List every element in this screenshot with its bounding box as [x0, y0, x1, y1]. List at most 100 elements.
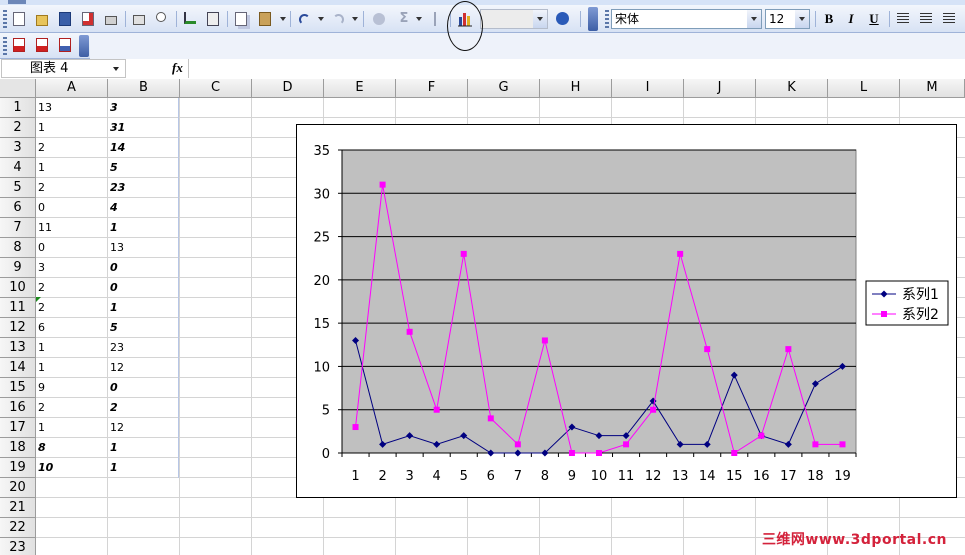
- print-preview-icon[interactable]: [130, 10, 148, 28]
- cell-b19[interactable]: 1: [108, 458, 179, 478]
- align-left-icon[interactable]: [897, 13, 909, 24]
- cell-a18[interactable]: 8: [36, 438, 107, 458]
- column-header-e[interactable]: E: [324, 79, 396, 98]
- cell-a6[interactable]: 0: [36, 198, 107, 218]
- cell-b6[interactable]: 4: [108, 198, 179, 218]
- undo-icon[interactable]: [296, 10, 314, 28]
- toolbar-grip[interactable]: [605, 10, 609, 28]
- cell-b14[interactable]: 12: [108, 358, 179, 378]
- cell-b9[interactable]: 0: [108, 258, 179, 278]
- column-header-b[interactable]: B: [108, 79, 180, 98]
- name-box[interactable]: 图表 4: [1, 59, 126, 78]
- cell-a12[interactable]: 6: [36, 318, 107, 338]
- cell-b5[interactable]: 23: [108, 178, 179, 198]
- paste-icon[interactable]: [256, 10, 274, 28]
- cell-b18[interactable]: 1: [108, 438, 179, 458]
- column-header-h[interactable]: H: [540, 79, 612, 98]
- cell-a1[interactable]: 13: [36, 98, 107, 118]
- open-icon[interactable]: [33, 10, 51, 28]
- column-header-i[interactable]: I: [612, 79, 684, 98]
- row-header-11[interactable]: 11: [0, 298, 36, 318]
- insert-function-button[interactable]: fx: [172, 60, 183, 76]
- pdf-convert-icon[interactable]: [10, 36, 28, 54]
- font-name-select[interactable]: 宋体: [611, 9, 762, 29]
- row-header-5[interactable]: 5: [0, 178, 36, 198]
- row-header-10[interactable]: 10: [0, 278, 36, 298]
- toolbar-grip[interactable]: [3, 37, 7, 55]
- spelling-icon[interactable]: [181, 10, 199, 28]
- redo-dropdown-icon[interactable]: [352, 17, 358, 21]
- help-icon[interactable]: [553, 10, 571, 28]
- row-header-13[interactable]: 13: [0, 338, 36, 358]
- bold-button[interactable]: B: [820, 10, 838, 28]
- underline-button[interactable]: U: [865, 10, 883, 28]
- column-header-d[interactable]: D: [252, 79, 324, 98]
- cell-a16[interactable]: 2: [36, 398, 107, 418]
- cell-b8[interactable]: 13: [108, 238, 179, 258]
- column-header-l[interactable]: L: [828, 79, 900, 98]
- zoom-select[interactable]: [480, 9, 548, 29]
- row-header-15[interactable]: 15: [0, 378, 36, 398]
- cell-a8[interactable]: 0: [36, 238, 107, 258]
- cell-b3[interactable]: 14: [108, 138, 179, 158]
- copy-icon[interactable]: [232, 10, 250, 28]
- align-right-icon[interactable]: [943, 13, 955, 24]
- row-header-18[interactable]: 18: [0, 438, 36, 458]
- row-header-19[interactable]: 19: [0, 458, 36, 478]
- pdf-review-icon[interactable]: [56, 36, 74, 54]
- row-header-7[interactable]: 7: [0, 218, 36, 238]
- column-header-j[interactable]: J: [684, 79, 756, 98]
- cell-a17[interactable]: 1: [36, 418, 107, 438]
- row-header-22[interactable]: 22: [0, 518, 36, 538]
- undo-dropdown-icon[interactable]: [318, 17, 324, 21]
- save-icon[interactable]: [56, 10, 74, 28]
- font-size-select[interactable]: 12: [765, 9, 810, 29]
- cell-b15[interactable]: 0: [108, 378, 179, 398]
- row-header-4[interactable]: 4: [0, 158, 36, 178]
- row-header-23[interactable]: 23: [0, 538, 36, 555]
- row-header-14[interactable]: 14: [0, 358, 36, 378]
- cell-a14[interactable]: 1: [36, 358, 107, 378]
- row-header-17[interactable]: 17: [0, 418, 36, 438]
- select-all-corner[interactable]: [0, 79, 36, 98]
- cell-a7[interactable]: 11: [36, 218, 107, 238]
- cell-a11[interactable]: 2: [36, 298, 107, 318]
- cell-b1[interactable]: 3: [108, 98, 179, 118]
- print-preview-magnifier-icon[interactable]: [153, 10, 171, 28]
- cell-a13[interactable]: 1: [36, 338, 107, 358]
- new-icon[interactable]: [10, 10, 28, 28]
- row-header-20[interactable]: 20: [0, 478, 36, 498]
- toolbar-options-icon[interactable]: [79, 35, 89, 57]
- print-icon[interactable]: [102, 10, 120, 28]
- autosum-dropdown-icon[interactable]: [416, 17, 422, 21]
- column-header-c[interactable]: C: [180, 79, 252, 98]
- cell-a15[interactable]: 9: [36, 378, 107, 398]
- column-header-g[interactable]: G: [468, 79, 540, 98]
- row-header-6[interactable]: 6: [0, 198, 36, 218]
- cell-b13[interactable]: 23: [108, 338, 179, 358]
- sort-icon[interactable]: [427, 10, 445, 28]
- cell-b10[interactable]: 0: [108, 278, 179, 298]
- row-header-8[interactable]: 8: [0, 238, 36, 258]
- cell-a3[interactable]: 2: [36, 138, 107, 158]
- cell-b4[interactable]: 5: [108, 158, 179, 178]
- cell-b11[interactable]: 1: [108, 298, 179, 318]
- row-header-9[interactable]: 9: [0, 258, 36, 278]
- permission-icon[interactable]: [79, 10, 97, 28]
- row-header-12[interactable]: 12: [0, 318, 36, 338]
- cell-a2[interactable]: 1: [36, 118, 107, 138]
- paste-dropdown-icon[interactable]: [280, 17, 286, 21]
- toolbar-options-icon[interactable]: [588, 7, 598, 31]
- column-header-k[interactable]: K: [756, 79, 828, 98]
- autosum-icon[interactable]: Σ: [395, 10, 413, 28]
- row-header-21[interactable]: 21: [0, 498, 36, 518]
- align-center-icon[interactable]: [920, 13, 932, 24]
- cell-a5[interactable]: 2: [36, 178, 107, 198]
- chart-object[interactable]: 0 5 10 15 20 25 30 35 1 2 3 4 5 6 7 8 9 10 11 12 13 14 15 16 17 1…: [296, 124, 957, 498]
- hyperlink-icon[interactable]: [370, 10, 388, 28]
- cell-b16[interactable]: 2: [108, 398, 179, 418]
- cell-a9[interactable]: 3: [36, 258, 107, 278]
- column-header-a[interactable]: A: [36, 79, 108, 98]
- cell-b7[interactable]: 1: [108, 218, 179, 238]
- cell-b2[interactable]: 31: [108, 118, 179, 138]
